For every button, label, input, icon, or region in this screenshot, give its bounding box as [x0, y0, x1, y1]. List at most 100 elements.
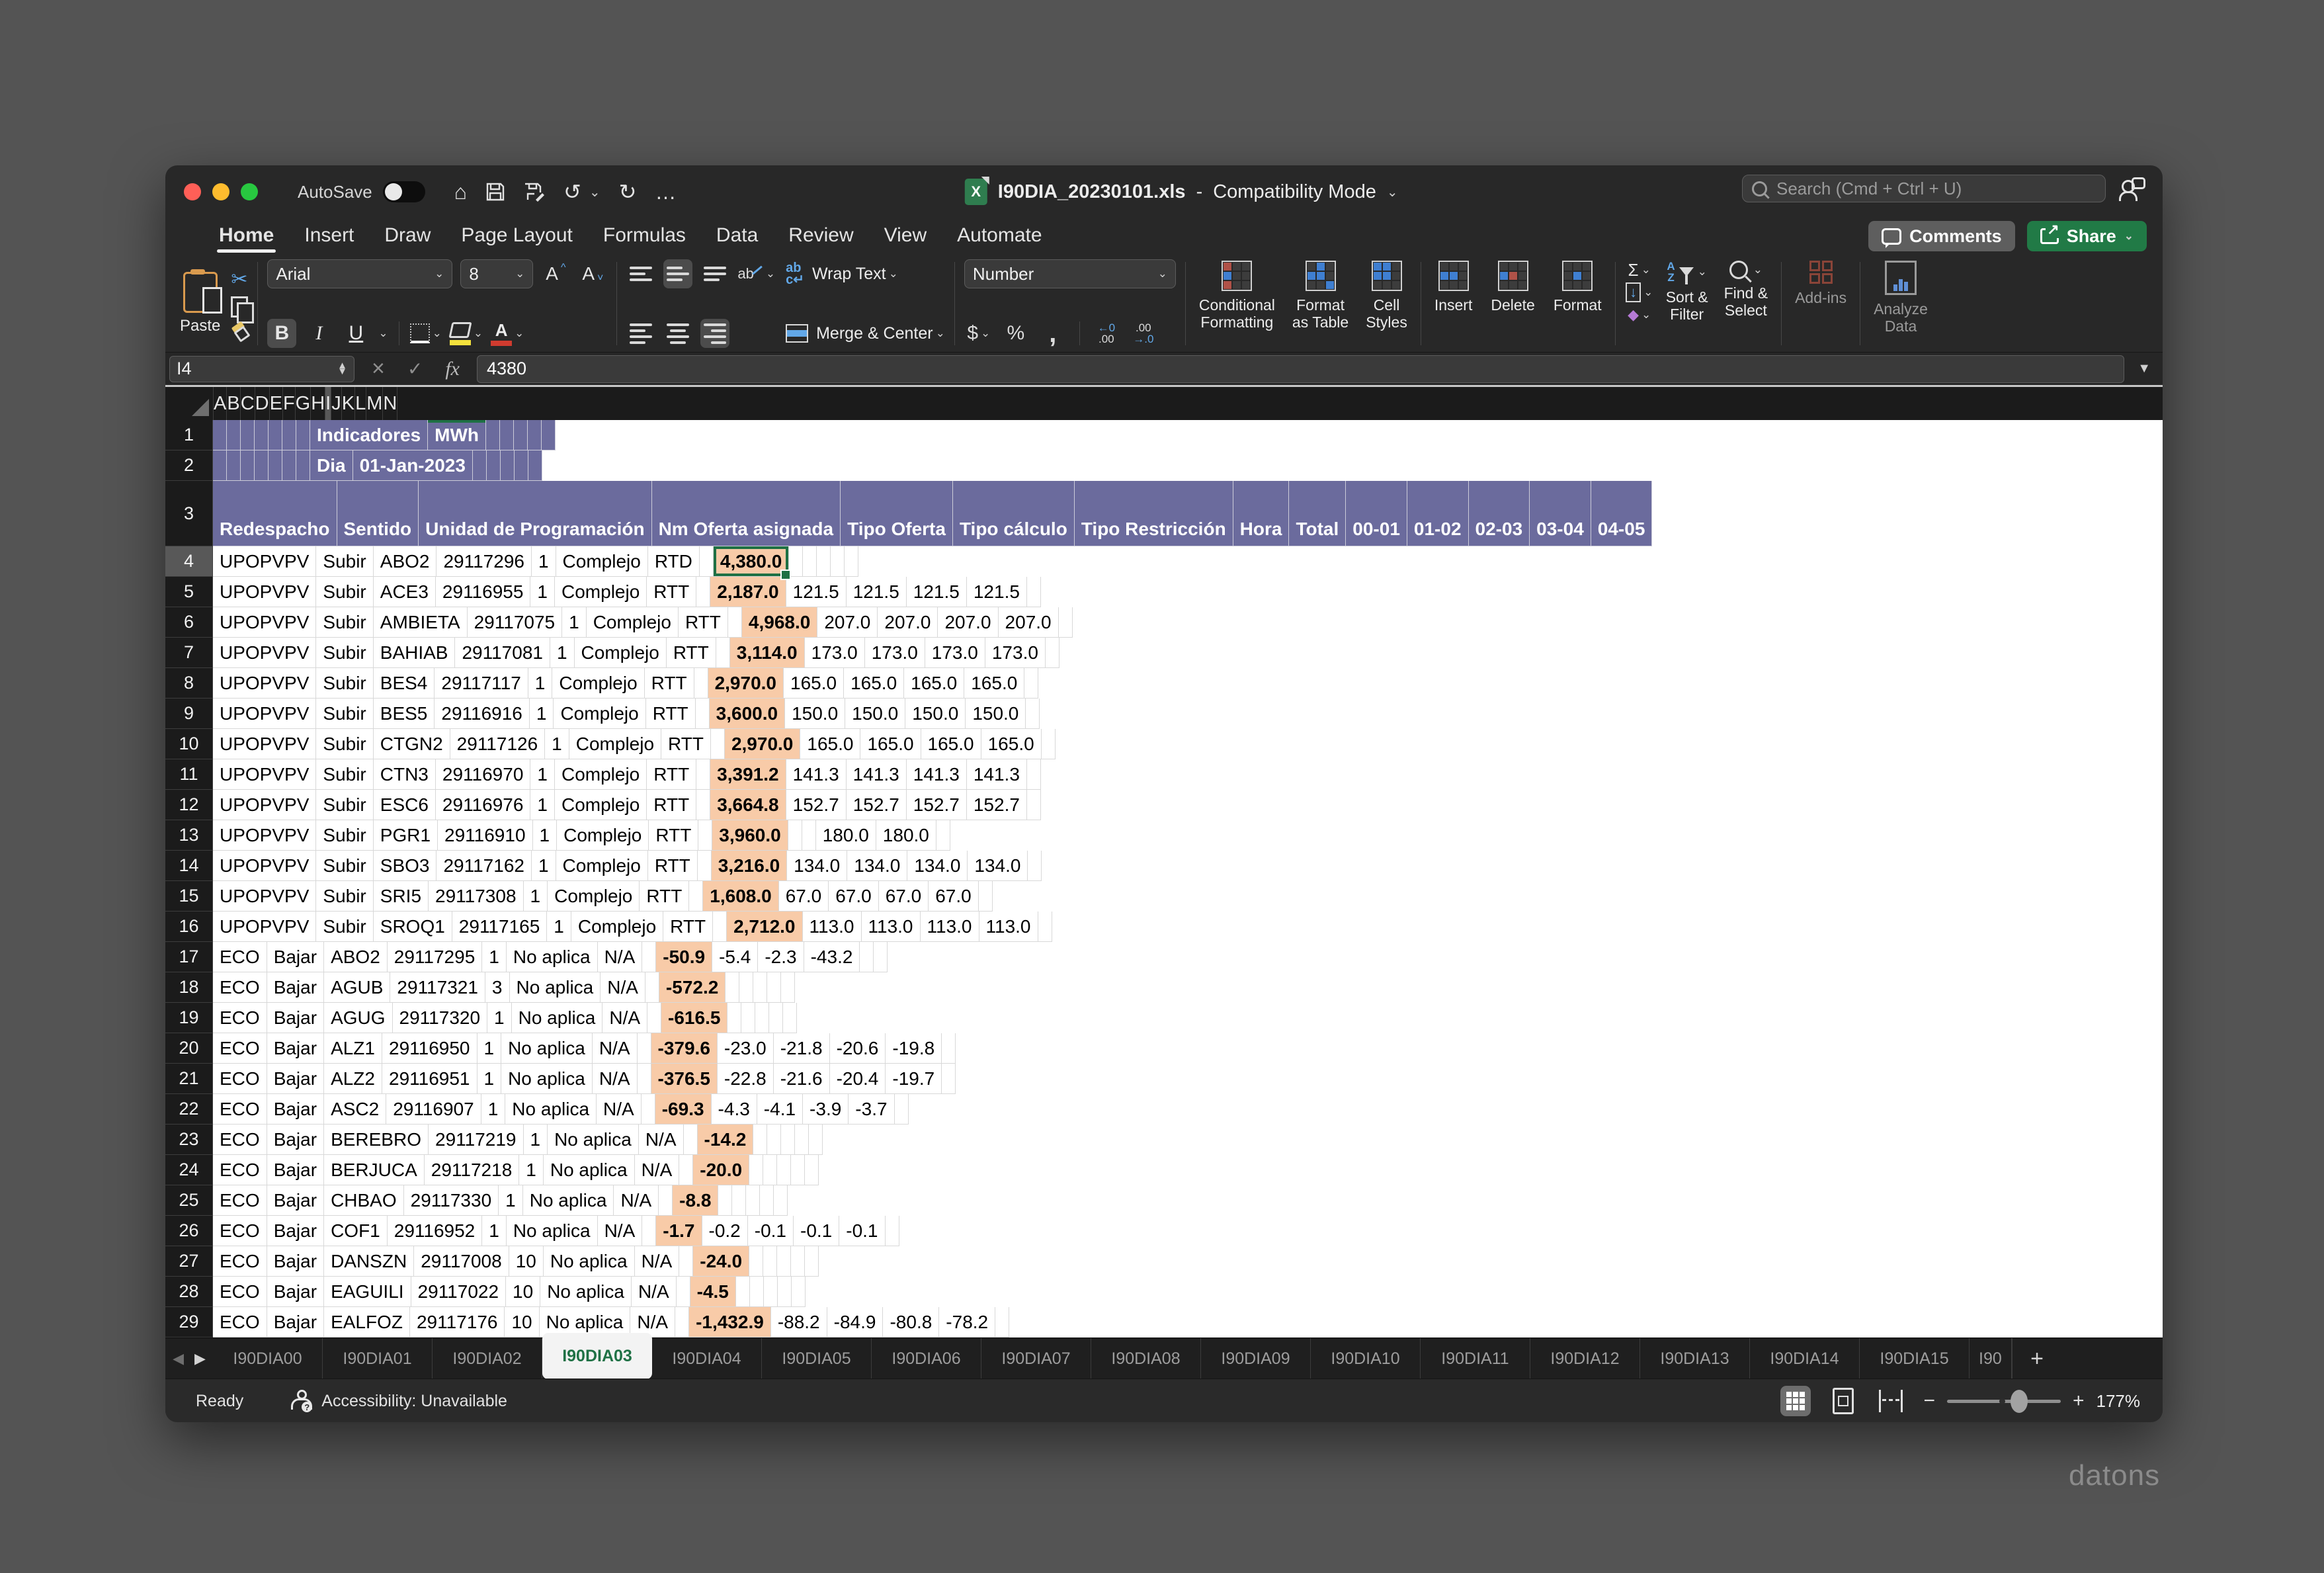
- cell-J11[interactable]: 141.3: [786, 759, 847, 790]
- cell-N9[interactable]: [1026, 699, 1040, 729]
- cell-E16[interactable]: 1: [547, 912, 571, 942]
- cell-styles-button[interactable]: Cell Styles: [1362, 259, 1411, 348]
- cell-L6[interactable]: 207.0: [938, 607, 998, 638]
- cell-L25[interactable]: [746, 1185, 760, 1216]
- cell-N11[interactable]: [1027, 759, 1041, 790]
- cell-E9[interactable]: 1: [530, 699, 554, 729]
- cell-N22[interactable]: [895, 1094, 909, 1125]
- row-header-18[interactable]: 18: [165, 972, 213, 1003]
- cell-I18[interactable]: -572.2: [659, 972, 726, 1003]
- cell-H8[interactable]: [694, 668, 708, 699]
- cell-C1[interactable]: [241, 420, 255, 450]
- cell-C5[interactable]: ACE3: [374, 577, 436, 607]
- clear-button[interactable]: ◆⌄: [1625, 304, 1654, 325]
- row-header-1[interactable]: 1: [165, 420, 213, 450]
- cell-N5[interactable]: [1027, 577, 1041, 607]
- row-header-24[interactable]: 24: [165, 1155, 213, 1185]
- cell-H28[interactable]: [677, 1277, 690, 1307]
- column-header-F[interactable]: F: [283, 387, 296, 420]
- cell-I26[interactable]: -1.7: [656, 1216, 702, 1246]
- cell-C21[interactable]: ALZ2: [324, 1064, 382, 1094]
- cell-H22[interactable]: [642, 1094, 655, 1125]
- cell-M8[interactable]: 165.0: [964, 668, 1024, 699]
- cell-E25[interactable]: 1: [499, 1185, 523, 1216]
- cell-C15[interactable]: SRI5: [374, 881, 429, 912]
- cell-K19[interactable]: [741, 1003, 755, 1033]
- cell-L5[interactable]: 121.5: [907, 577, 967, 607]
- cell-A26[interactable]: ECO: [213, 1216, 267, 1246]
- cell-C3[interactable]: Unidad de Programación: [419, 481, 651, 546]
- tab-nav-right-icon[interactable]: ▶: [194, 1350, 206, 1367]
- cell-A7[interactable]: UPOPVPV: [213, 638, 316, 668]
- cell-L19[interactable]: [755, 1003, 769, 1033]
- sheet-tab-I90DIA06[interactable]: I90DIA06: [872, 1338, 981, 1379]
- cell-I12[interactable]: 3,664.8: [710, 790, 786, 820]
- cell-F9[interactable]: Complejo: [554, 699, 645, 729]
- cell-K10[interactable]: 165.0: [860, 729, 921, 759]
- cancel-icon[interactable]: ×: [372, 356, 385, 382]
- cell-D10[interactable]: 29117126: [450, 729, 546, 759]
- addins-button[interactable]: Add-ins: [1791, 259, 1850, 308]
- cut-icon[interactable]: ✂: [231, 268, 248, 291]
- cell-K28[interactable]: [750, 1277, 764, 1307]
- cell-B4[interactable]: Subir: [316, 546, 373, 577]
- cell-H6[interactable]: [728, 607, 742, 638]
- cell-F22[interactable]: No aplica: [505, 1094, 597, 1125]
- cell-I19[interactable]: -616.5: [661, 1003, 727, 1033]
- column-header-M[interactable]: M: [366, 387, 383, 420]
- cell-E14[interactable]: 1: [532, 851, 556, 881]
- cell-D14[interactable]: 29117162: [436, 851, 532, 881]
- cell-K15[interactable]: 67.0: [829, 881, 879, 912]
- cell-C20[interactable]: ALZ1: [324, 1033, 382, 1064]
- column-header-I[interactable]: I: [325, 387, 331, 420]
- cell-H29[interactable]: [675, 1307, 689, 1338]
- cell-L1[interactable]: [514, 420, 528, 450]
- cell-L3[interactable]: 02-03: [1469, 481, 1530, 546]
- cell-M18[interactable]: [767, 972, 781, 1003]
- cell-B13[interactable]: Subir: [316, 820, 373, 851]
- cell-L22[interactable]: -3.9: [803, 1094, 849, 1125]
- cell-B15[interactable]: Subir: [316, 881, 373, 912]
- sheet-tab-I90DIA13[interactable]: I90DIA13: [1640, 1338, 1750, 1379]
- row-header-21[interactable]: 21: [165, 1064, 213, 1094]
- cell-D21[interactable]: 29116951: [382, 1064, 477, 1094]
- cell-J4[interactable]: [789, 546, 803, 577]
- cell-N2[interactable]: [528, 450, 542, 481]
- row-header-25[interactable]: 25: [165, 1185, 213, 1216]
- cell-E23[interactable]: 1: [524, 1125, 548, 1155]
- cell-E1[interactable]: [269, 420, 282, 450]
- cell-J21[interactable]: -22.8: [718, 1064, 774, 1094]
- cell-B6[interactable]: Subir: [316, 607, 373, 638]
- cell-A6[interactable]: UPOPVPV: [213, 607, 316, 638]
- cell-H16[interactable]: [713, 912, 727, 942]
- row-header-19[interactable]: 19: [165, 1003, 213, 1033]
- borders-button[interactable]: ⌄: [410, 319, 442, 348]
- cell-K6[interactable]: 207.0: [878, 607, 938, 638]
- presence-people-icon[interactable]: [2119, 177, 2145, 201]
- cell-E5[interactable]: 1: [530, 577, 555, 607]
- cell-N4[interactable]: [845, 546, 858, 577]
- minimize-window-button[interactable]: [212, 183, 229, 200]
- row-header-4[interactable]: 4: [165, 546, 213, 577]
- page-layout-view-button[interactable]: [1828, 1386, 1858, 1416]
- cell-C27[interactable]: DANSZN: [324, 1246, 414, 1277]
- cell-E17[interactable]: 1: [482, 942, 507, 972]
- cell-C16[interactable]: SROQ1: [374, 912, 452, 942]
- cell-J14[interactable]: 134.0: [787, 851, 847, 881]
- cell-G15[interactable]: RTT: [640, 881, 689, 912]
- currency-button[interactable]: $⌄: [964, 319, 993, 348]
- cell-B14[interactable]: Subir: [316, 851, 373, 881]
- cell-F4[interactable]: Complejo: [556, 546, 648, 577]
- cell-A4[interactable]: UPOPVPV: [213, 546, 316, 577]
- zoom-slider-thumb[interactable]: [2011, 1390, 2028, 1413]
- cell-I9[interactable]: 3,600.0: [710, 699, 785, 729]
- cell-F14[interactable]: Complejo: [556, 851, 648, 881]
- cell-J10[interactable]: 165.0: [800, 729, 860, 759]
- cell-G4[interactable]: RTD: [648, 546, 700, 577]
- cell-C10[interactable]: CTGN2: [374, 729, 450, 759]
- cell-M27[interactable]: [791, 1246, 805, 1277]
- align-center-button[interactable]: [663, 319, 692, 348]
- cell-J5[interactable]: 121.5: [786, 577, 847, 607]
- cell-J23[interactable]: [753, 1125, 767, 1155]
- tab-draw[interactable]: Draw: [369, 218, 446, 253]
